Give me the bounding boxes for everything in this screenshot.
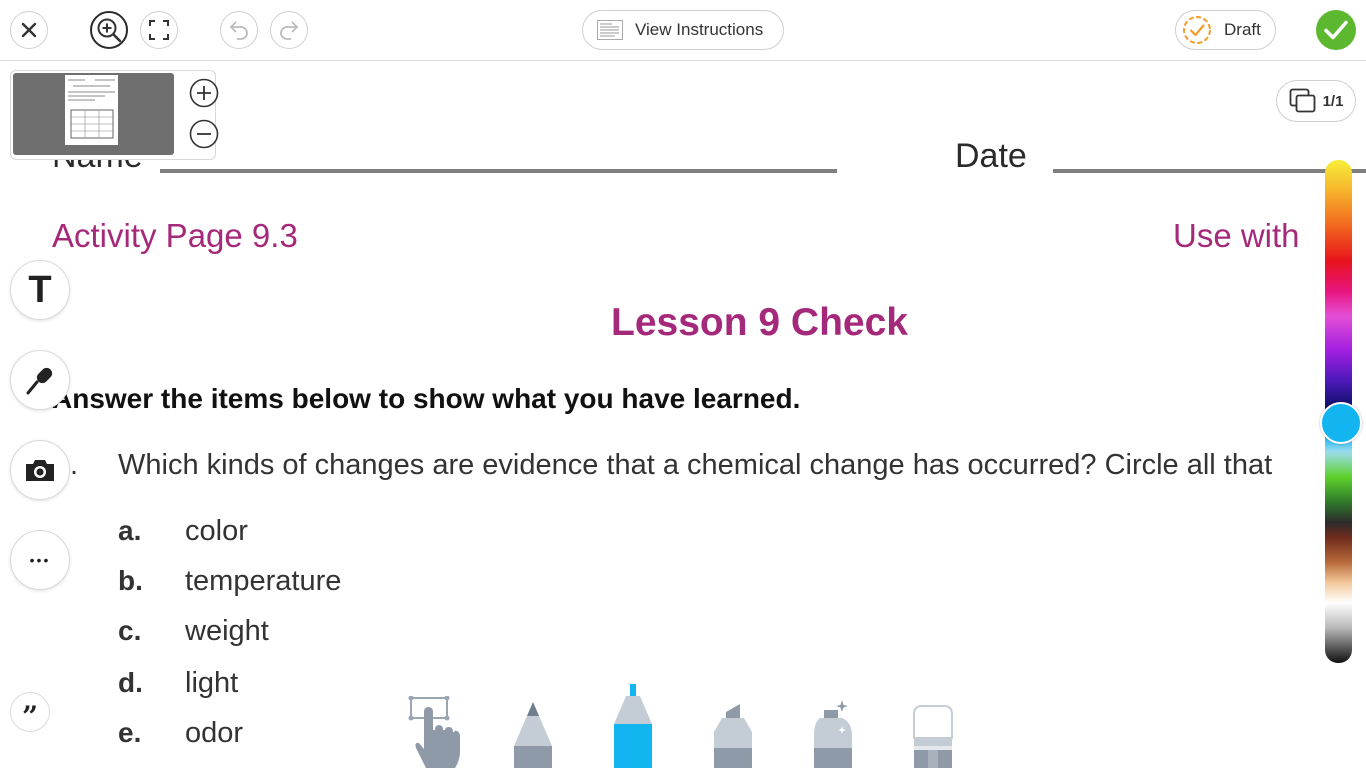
option-text: odor (185, 717, 244, 749)
pencil-tool[interactable] (512, 702, 554, 768)
activity-page-label: Activity Page 9.3 (52, 217, 298, 254)
option-letter: b. (118, 565, 143, 596)
color-palette-handle[interactable] (1320, 402, 1362, 444)
checkmark-icon (1324, 20, 1348, 40)
name-line (160, 169, 837, 173)
eraser-tool[interactable] (912, 704, 954, 768)
option-letter: a. (118, 515, 142, 546)
option-text: light (185, 667, 239, 699)
document-thumbnail-icon (597, 20, 623, 40)
camera-tool-button[interactable] (10, 440, 70, 500)
option-letter: d. (118, 667, 143, 698)
top-toolbar: View Instructions Draft (0, 0, 1366, 61)
text-tool-button[interactable]: T (10, 260, 70, 320)
page-indicator: 1/1 (1322, 92, 1344, 110)
zoom-out-button[interactable] (188, 118, 220, 150)
redo-button[interactable] (270, 11, 308, 49)
zoom-button[interactable] (90, 11, 128, 49)
pages-icon (1289, 88, 1315, 113)
highlighter-icon (714, 704, 752, 768)
draft-status-button[interactable]: Draft (1175, 10, 1276, 50)
use-with-label: Use with (1173, 217, 1300, 254)
minimap-page (65, 75, 118, 145)
select-tool[interactable] (406, 695, 462, 768)
highlighter-tool[interactable] (712, 704, 754, 768)
more-tools-button[interactable]: ••• (10, 530, 70, 590)
quote-icon: ” (21, 700, 39, 733)
spray-icon (814, 700, 852, 768)
redo-icon (280, 21, 299, 40)
fullscreen-icon (149, 20, 169, 40)
select-hand-icon (408, 695, 460, 768)
minimap-page-lines (68, 79, 115, 139)
text-tool-icon: T (28, 269, 52, 311)
marker-tool-selected[interactable] (612, 684, 654, 768)
zoom-in-button[interactable] (188, 77, 220, 109)
marker-icon (614, 684, 652, 768)
worksheet-page[interactable]: Name Date Activity Page 9.3 Use with Les… (0, 61, 1366, 768)
option-letter: c. (118, 615, 142, 646)
fullscreen-button[interactable] (140, 11, 178, 49)
plus-icon (189, 78, 219, 108)
submit-button[interactable] (1316, 10, 1356, 50)
close-icon (21, 22, 37, 38)
question-text: Which kinds of changes are evidence that… (118, 449, 1273, 481)
more-icon: ••• (29, 552, 51, 568)
undo-button[interactable] (220, 11, 258, 49)
page-minimap (10, 70, 219, 160)
minimap-thumbnail[interactable] (13, 73, 174, 155)
draft-icon (1183, 16, 1211, 44)
draft-label: Draft (1224, 20, 1261, 39)
pencil-icon (514, 702, 552, 768)
option-letter: e. (118, 717, 142, 748)
option-text: color (185, 515, 248, 547)
quote-tool-button[interactable]: ” (10, 692, 50, 732)
instructions-text: Answer the items below to show what you … (52, 383, 801, 414)
view-instructions-button[interactable]: View Instructions (582, 10, 784, 50)
zoom-in-icon (97, 18, 122, 43)
view-instructions-label: View Instructions (635, 20, 764, 39)
eraser-icon (913, 705, 953, 768)
option-text: weight (185, 615, 269, 647)
undo-icon (229, 21, 248, 40)
question-number: . (70, 449, 79, 481)
worksheet-title: Lesson 9 Check (611, 301, 908, 344)
date-label: Date (955, 137, 1027, 175)
option-text: temperature (185, 565, 342, 597)
microphone-icon (26, 367, 53, 395)
camera-icon (26, 460, 54, 481)
voice-tool-button[interactable] (10, 350, 70, 410)
spray-tool[interactable] (812, 700, 854, 768)
date-line (1053, 169, 1366, 173)
close-button[interactable] (10, 11, 48, 49)
page-counter-button[interactable]: 1/1 (1276, 80, 1356, 122)
minus-icon (189, 119, 219, 149)
